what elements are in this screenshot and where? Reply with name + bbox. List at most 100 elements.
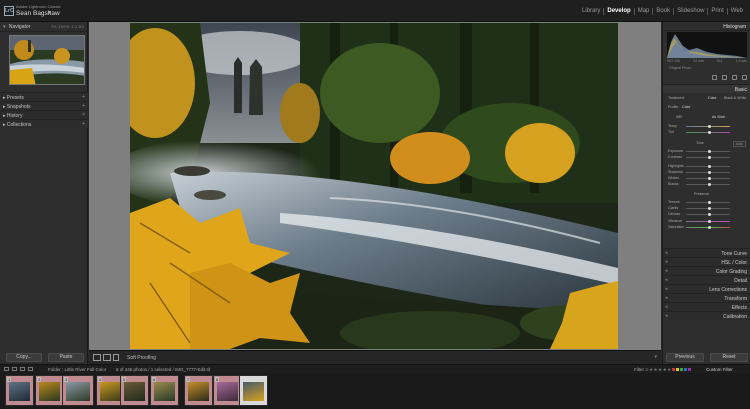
soft-proofing-toggle[interactable]: Soft Proofing [127, 355, 156, 361]
histogram-header[interactable]: Histogram [663, 22, 750, 31]
user-name[interactable]: Sean Bagshaw [16, 10, 60, 17]
basic-panel-header[interactable]: Basic [663, 84, 750, 93]
highlights-track[interactable] [686, 165, 730, 168]
dehaze-track[interactable] [686, 213, 730, 216]
vibrance-track[interactable] [686, 220, 730, 223]
add-icon[interactable]: + [82, 94, 85, 100]
shadows-track[interactable] [686, 171, 730, 174]
filmstrip[interactable]: 1 2 3 4 5 6 7 8 [0, 373, 750, 409]
collapse-triangle-icon[interactable]: ▾ [3, 24, 6, 30]
whites-knob[interactable] [708, 177, 711, 180]
custom-filter-dropdown[interactable]: Custom Filter [706, 367, 733, 372]
blacks-slider[interactable]: Blacks [668, 182, 748, 188]
filmstrip-thumb[interactable]: 1 [5, 375, 34, 406]
effects-section[interactable]: ◂ Effects [663, 302, 750, 311]
yellow-label-swatch[interactable] [676, 368, 679, 371]
navigator-header[interactable]: ▾ Navigator Fit 100% 1:1.53 [0, 22, 87, 32]
blacks-knob[interactable] [708, 183, 711, 186]
dehaze-slider[interactable]: Dehaze [668, 212, 748, 218]
filmstrip-thumb[interactable]: 5 [120, 375, 149, 406]
texture-knob[interactable] [708, 201, 711, 204]
auto-button[interactable]: Auto [732, 141, 746, 147]
chevron-down-icon[interactable]: ▾ [48, 9, 51, 16]
module-develop[interactable]: Develop [604, 8, 635, 15]
image-canvas[interactable] [89, 22, 661, 350]
compare-icon[interactable] [113, 354, 119, 361]
original-photo-checkbox[interactable]: Original Photo [669, 66, 691, 70]
add-icon[interactable]: + [82, 103, 85, 109]
filmstrip-thumb[interactable]: 8 [213, 375, 242, 406]
toolbar-menu-icon[interactable]: ▾ [654, 354, 657, 360]
highlights-knob[interactable] [708, 165, 711, 168]
whites-track[interactable] [686, 177, 730, 180]
main-photo[interactable] [130, 23, 618, 349]
saturation-knob[interactable] [708, 226, 711, 229]
contrast-slider[interactable]: Contrast [668, 155, 748, 161]
dehaze-knob[interactable] [708, 213, 711, 216]
paste-button[interactable]: Paste [48, 353, 84, 362]
shadows-knob[interactable] [708, 171, 711, 174]
source-folder[interactable]: Folder : Little River Fall Color [48, 367, 106, 372]
detail-section[interactable]: ◂ Detail [663, 275, 750, 284]
color-grading-section[interactable]: ◂ Color Grading [663, 266, 750, 275]
transform-section[interactable]: ◂ Transform [663, 293, 750, 302]
filmstrip-thumb[interactable]: 2 [35, 375, 64, 406]
history-panel[interactable]: ▸ History × [0, 110, 88, 119]
treatment-bw-option[interactable]: Black & White [724, 96, 746, 100]
blacks-track[interactable] [686, 183, 730, 186]
crop-icon[interactable] [712, 75, 717, 80]
clarity-knob[interactable] [708, 207, 711, 210]
exposure-knob[interactable] [708, 150, 711, 153]
forward-arrow-icon[interactable] [28, 367, 33, 371]
blue-label-swatch[interactable] [684, 368, 687, 371]
filmstrip-thumb[interactable]: 3 [62, 375, 94, 406]
clarity-track[interactable] [686, 207, 730, 210]
tint-knob[interactable] [708, 131, 711, 134]
temp-track[interactable] [686, 125, 730, 128]
tone-curve-section[interactable]: ◂ Tone Curve [663, 248, 750, 257]
copy-button[interactable]: Copy... [6, 353, 42, 362]
saturation-slider[interactable]: Saturation [668, 225, 748, 231]
module-web[interactable]: Web [728, 8, 746, 15]
contrast-track[interactable] [686, 156, 730, 159]
back-arrow-icon[interactable] [20, 367, 25, 371]
saturation-track[interactable] [686, 226, 730, 229]
navigator-preview[interactable] [9, 35, 85, 85]
profile-dropdown[interactable]: Color [682, 105, 691, 109]
previous-button[interactable]: Previous [666, 353, 704, 362]
module-print[interactable]: Print [708, 8, 728, 15]
add-icon[interactable]: + [82, 121, 85, 127]
before-after-icon[interactable] [103, 354, 111, 361]
presets-panel[interactable]: ▸ Presets + [0, 92, 88, 101]
vibrance-knob[interactable] [708, 220, 711, 223]
tint-slider[interactable]: Tint [668, 130, 748, 136]
module-library[interactable]: Library [579, 8, 605, 15]
snapshots-panel[interactable]: ▸ Snapshots + [0, 101, 88, 110]
filmstrip-thumb[interactable]: 6 [150, 375, 179, 406]
module-book[interactable]: Book [653, 8, 675, 15]
histogram[interactable] [667, 32, 747, 58]
texture-track[interactable] [686, 201, 730, 204]
module-map[interactable]: Map [635, 8, 654, 15]
temp-knob[interactable] [708, 125, 711, 128]
loupe-view-icon[interactable] [93, 354, 101, 361]
green-label-swatch[interactable] [680, 368, 683, 371]
navigator-zoom-options[interactable]: Fit 100% 1:1.53 [51, 24, 84, 29]
close-icon[interactable]: × [82, 112, 85, 118]
grid-view-icon[interactable] [12, 367, 17, 371]
lens-corrections-section[interactable]: ◂ Lens Corrections [663, 284, 750, 293]
hsl-color-section[interactable]: ◂ HSL / Color [663, 257, 750, 266]
calibration-section[interactable]: ◂ Calibration [663, 311, 750, 320]
secondary-display-icon[interactable] [4, 367, 9, 371]
spot-removal-icon[interactable] [722, 75, 727, 80]
purple-label-swatch[interactable] [688, 368, 691, 371]
treatment-color-option[interactable]: Color [708, 96, 717, 100]
module-slideshow[interactable]: Slideshow [674, 8, 709, 15]
exposure-track[interactable] [686, 150, 730, 153]
color-label-filter[interactable] [672, 368, 691, 371]
masking-icon[interactable] [742, 75, 747, 80]
tint-track[interactable] [686, 131, 730, 134]
filmstrip-thumb-active[interactable] [239, 375, 268, 406]
contrast-knob[interactable] [708, 156, 711, 159]
red-label-swatch[interactable] [672, 368, 675, 371]
